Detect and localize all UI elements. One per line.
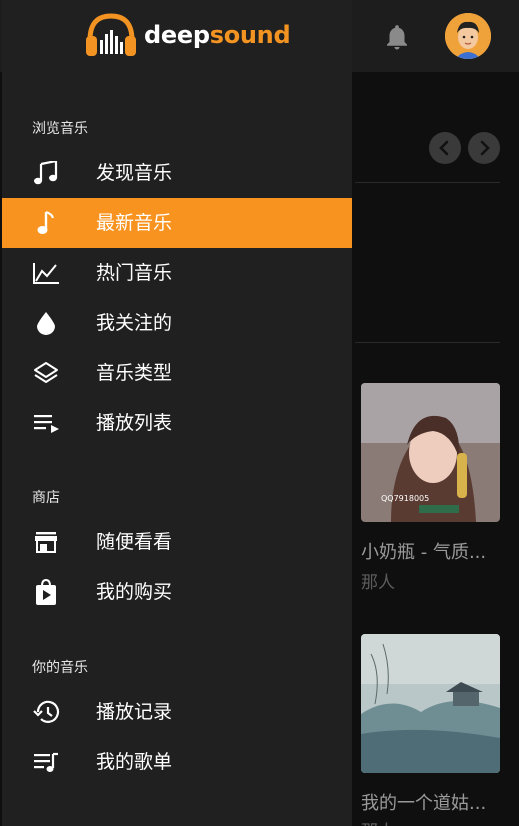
sidebar-item-label: 播放列表: [96, 412, 173, 434]
sidebar-item-label: 最新音乐: [96, 212, 173, 234]
sidebar-item-my-song-lists[interactable]: 我的歌单: [2, 737, 352, 787]
sidebar-item-my-purchases[interactable]: 我的购买: [2, 567, 352, 617]
sidebar-drawer: deepsound 浏览音乐 发现音乐 最新音乐 热门音乐 我关注的 音乐类型: [2, 0, 352, 826]
sidebar-item-label: 我的歌单: [96, 751, 173, 773]
headphones-logo-icon: [86, 13, 136, 56]
notification-bell-icon[interactable]: [382, 22, 412, 52]
sidebar-item-label: 热门音乐: [96, 262, 173, 284]
queue-music-icon: [32, 749, 60, 775]
sidebar-item-following[interactable]: 我关注的: [2, 298, 352, 348]
logo-text-deep: deep: [144, 21, 210, 49]
sidebar-item-label: 我的购买: [96, 581, 173, 603]
carousel-next-button[interactable]: [468, 132, 500, 164]
sidebar-item-discover-music[interactable]: 发现音乐: [2, 148, 352, 198]
playlist-icon: [32, 410, 60, 436]
song-cover-image[interactable]: [361, 634, 500, 773]
song-artist[interactable]: 那人: [361, 817, 395, 826]
sidebar-item-label: 音乐类型: [96, 362, 173, 384]
sidebar-item-genres[interactable]: 音乐类型: [2, 348, 352, 398]
divider: [355, 342, 500, 343]
sidebar-item-label: 发现音乐: [96, 162, 173, 184]
carousel-prev-button[interactable]: [429, 132, 461, 164]
song-cover-image[interactable]: QQ7918005: [361, 383, 500, 522]
store-icon: [32, 529, 60, 555]
song-artist[interactable]: 那人: [361, 568, 395, 593]
sidebar-item-label: 随便看看: [96, 531, 173, 553]
sidebar-item-history[interactable]: 播放记录: [2, 687, 352, 737]
section-title-store: 商店: [32, 490, 60, 506]
shopping-bag-icon: [32, 578, 60, 605]
sidebar-item-hot-music[interactable]: 热门音乐: [2, 248, 352, 298]
logo-text-sound: sound: [209, 21, 291, 49]
layers-icon: [32, 360, 60, 386]
user-avatar[interactable]: [445, 13, 491, 59]
chart-line-icon: [32, 260, 60, 286]
sidebar-item-browse-store[interactable]: 随便看看: [2, 517, 352, 567]
sidebar-item-label: 我关注的: [96, 312, 173, 334]
app-logo[interactable]: deepsound: [84, 10, 291, 60]
song-title[interactable]: 小奶瓶 - 气质...: [361, 538, 511, 564]
sidebar-item-label: 播放记录: [96, 701, 173, 723]
song-title[interactable]: 我的一个道姑...: [361, 789, 511, 815]
chevron-right-icon: [480, 140, 490, 156]
music-note-icon: [32, 160, 60, 186]
chevron-left-icon: [439, 140, 449, 156]
history-icon: [32, 699, 60, 725]
single-note-icon: [32, 210, 60, 236]
section-title-browse-music: 浏览音乐: [32, 121, 88, 137]
sidebar-item-playlists[interactable]: 播放列表: [2, 398, 352, 448]
section-title-your-music: 你的音乐: [32, 660, 88, 676]
drop-icon: [32, 310, 60, 336]
sidebar-item-latest-music[interactable]: 最新音乐: [2, 198, 352, 248]
divider: [355, 182, 500, 183]
svg-text:QQ7918005: QQ7918005: [381, 494, 429, 503]
